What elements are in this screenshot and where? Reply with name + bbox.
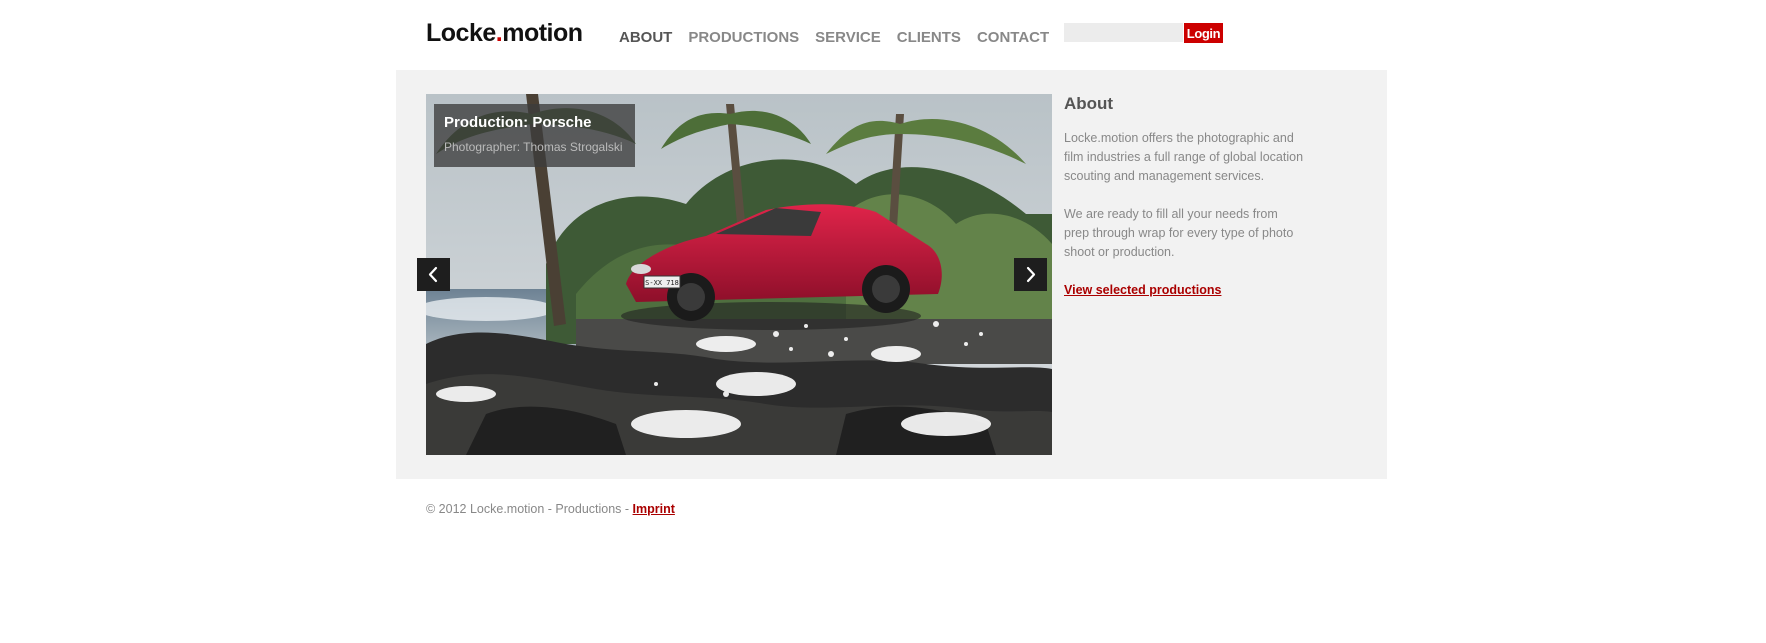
slide-caption: Production: Porsche Photographer: Thomas… — [434, 104, 635, 167]
caption-title: Production: Porsche — [444, 114, 592, 131]
about-title: About — [1064, 94, 1114, 113]
slider-prev-button[interactable] — [417, 258, 450, 291]
about-paragraph-1: Locke.motion offers the photographic and… — [1064, 131, 1304, 183]
chevron-left-icon — [428, 266, 438, 283]
nav-item-service[interactable]: SERVICE — [815, 29, 881, 46]
nav-item-clients[interactable]: CLIENTS — [897, 29, 961, 46]
footer: © 2012 Locke.motion - Productions - Impr… — [426, 502, 675, 516]
imprint-link[interactable]: Imprint — [633, 502, 675, 516]
main-nav: ABOUT PRODUCTIONS SERVICE CLIENTS CONTAC… — [619, 29, 1065, 46]
login-button[interactable]: Login — [1184, 23, 1223, 43]
slider-next-button[interactable] — [1014, 258, 1047, 291]
site-logo[interactable]: Locke.motion — [426, 19, 583, 48]
logo-text-motion: motion — [502, 19, 583, 47]
nav-item-productions[interactable]: PRODUCTIONS — [688, 29, 799, 46]
logo-text-locke: Locke — [426, 19, 496, 47]
about-section: About Locke.motion offers the photograph… — [1064, 94, 1304, 299]
about-paragraph-2: We are ready to fill all your needs from… — [1064, 207, 1294, 259]
footer-copyright: © 2012 Locke.motion - Productions - — [426, 502, 633, 516]
license-plate-text: S-XX 718 — [645, 279, 679, 287]
caption-photographer: Photographer: Thomas Strogalski — [444, 140, 623, 154]
nav-item-about[interactable]: ABOUT — [619, 29, 672, 46]
chevron-right-icon — [1026, 266, 1036, 283]
login-input[interactable] — [1064, 23, 1183, 42]
view-productions-link[interactable]: View selected productions — [1064, 283, 1221, 297]
nav-item-contact[interactable]: CONTACT — [977, 29, 1049, 46]
page: Locke.motion ABOUT PRODUCTIONS SERVICE C… — [0, 0, 1766, 643]
